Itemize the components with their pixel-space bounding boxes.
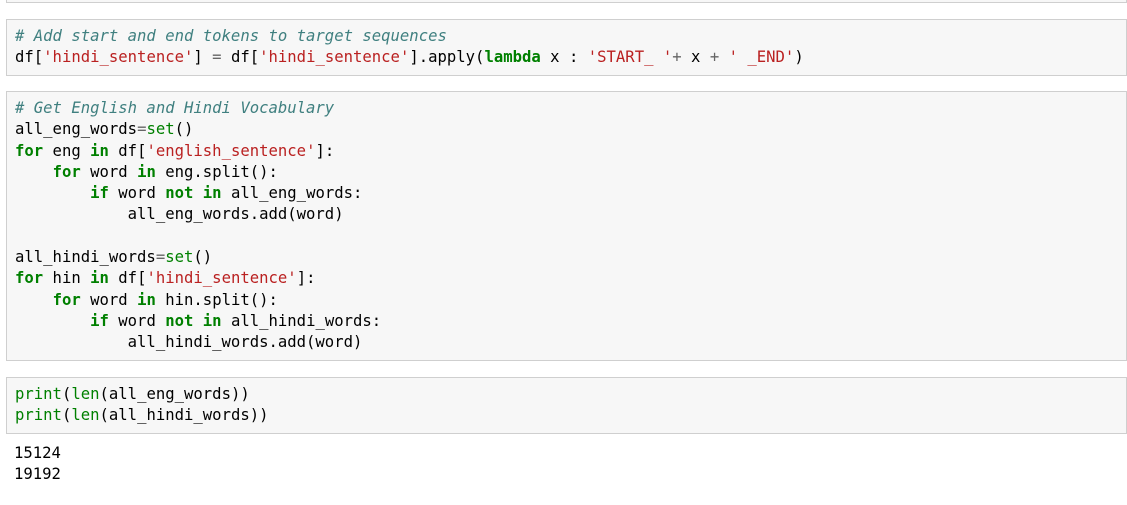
code-editor[interactable]: # Add start and end tokens to target seq…	[15, 26, 1126, 69]
code-token: for	[15, 269, 44, 288]
code-token: in	[137, 162, 156, 181]
code-line: for word in hin.split():	[15, 290, 1126, 311]
code-token: all_eng_words:	[221, 184, 363, 203]
code-token: 'english_sentence'	[146, 141, 316, 160]
code-line: print(len(all_hindi_words))	[15, 405, 1126, 426]
code-token: df[	[108, 141, 147, 160]
code-token: # Get English and Hindi Vocabulary	[15, 99, 335, 117]
code-token: =	[212, 48, 222, 67]
code-token: df[	[221, 48, 260, 67]
code-token: eng	[43, 141, 91, 160]
output-line: 19192	[14, 465, 61, 484]
code-editor[interactable]: print(len(all_eng_words)) print(len(all_h…	[15, 384, 1126, 427]
code-token: word	[80, 162, 138, 181]
code-line: for hin in df['hindi_sentence']:	[15, 268, 1126, 289]
code-token: # Add start and end tokens to target seq…	[15, 27, 447, 45]
code-token: lambda	[484, 48, 541, 67]
code-token: 'hindi_sentence'	[146, 269, 297, 288]
code-token: (	[61, 385, 72, 403]
code-token: len	[71, 385, 100, 403]
code-token: set	[146, 120, 175, 139]
code-token: in	[90, 269, 109, 288]
code-line: for eng in df['english_sentence']:	[15, 141, 1126, 162]
code-token: in	[90, 141, 109, 160]
code-token: ]:	[296, 269, 316, 288]
code-line: if word not in all_eng_words:	[15, 183, 1126, 204]
code-line: for word in eng.split():	[15, 162, 1126, 183]
code-token: word	[108, 184, 166, 203]
code-token: 'hindi_sentence'	[43, 48, 194, 67]
code-cell-add-tokens[interactable]: # Add start and end tokens to target seq…	[6, 19, 1127, 76]
code-token: all_eng_words	[15, 120, 138, 139]
code-token: 'hindi_sentence'	[259, 48, 410, 67]
code-token: df[	[108, 269, 147, 288]
code-token: (all_eng_words))	[99, 385, 250, 403]
code-token: if	[90, 311, 109, 330]
code-token: for	[15, 141, 44, 160]
code-cell-vocabulary[interactable]: # Get English and Hindi Vocabulary all_en…	[6, 91, 1127, 361]
code-token: all_hindi_words:	[221, 311, 382, 330]
code-token: word	[108, 311, 166, 330]
code-line: print(len(all_eng_words))	[15, 384, 1126, 405]
code-token: ' _END'	[728, 48, 795, 67]
code-token: +	[709, 48, 720, 67]
code-line: all_eng_words=set()	[15, 119, 1126, 140]
cell-output: 15124 19192	[14, 443, 61, 486]
code-token: if	[90, 184, 109, 203]
code-line: all_hindi_words.add(word)	[15, 332, 1126, 353]
code-line: all_hindi_words=set()	[15, 247, 1126, 268]
code-token: =	[155, 248, 166, 267]
code-token: not	[165, 311, 194, 330]
code-token: in	[137, 290, 156, 309]
code-token: set	[165, 248, 194, 267]
code-line: all_eng_words.add(word)	[15, 204, 1126, 225]
code-token: all_hindi_words.add(word)	[15, 333, 363, 352]
code-line: # Get English and Hindi Vocabulary	[15, 98, 1126, 119]
code-cell-print-lengths[interactable]: print(len(all_eng_words)) print(len(all_h…	[6, 377, 1127, 434]
code-token: for	[52, 162, 81, 181]
code-token: not	[165, 184, 194, 203]
code-token: ]:	[315, 141, 335, 160]
previous-cell-edge	[6, 0, 1127, 3]
code-line: df['hindi_sentence'] = df['hindi_sentenc…	[15, 47, 1126, 68]
code-token: for	[52, 290, 81, 309]
code-token: len	[71, 406, 100, 425]
code-token: )	[794, 48, 804, 67]
code-token: print	[15, 406, 62, 425]
code-token: +	[672, 48, 682, 67]
code-token: all_eng_words.add(word)	[15, 205, 344, 224]
code-token: word	[80, 290, 138, 309]
output-line: 15124	[14, 444, 61, 462]
code-line: # Add start and end tokens to target seq…	[15, 26, 1126, 47]
code-token: hin	[43, 269, 91, 288]
code-token: ()	[193, 248, 213, 267]
code-token: print	[15, 385, 62, 403]
code-editor[interactable]: # Get English and Hindi Vocabulary all_en…	[15, 98, 1126, 354]
code-token: (all_hindi_words))	[99, 406, 269, 425]
code-token: ].apply(	[409, 48, 485, 67]
code-token: ]	[193, 48, 213, 67]
code-token: in	[202, 311, 222, 330]
code-token: in	[202, 184, 222, 203]
code-token: eng.split():	[155, 162, 278, 181]
code-token: (	[61, 406, 72, 425]
code-token: df[	[15, 48, 44, 67]
code-token: 'START_ '	[587, 48, 673, 67]
code-line: if word not in all_hindi_words:	[15, 311, 1126, 332]
code-token: hin.split():	[155, 290, 278, 309]
code-token: x	[681, 48, 710, 67]
code-token: x :	[540, 48, 588, 67]
code-token: ()	[174, 120, 194, 139]
code-token: all_hindi_words	[15, 248, 156, 267]
